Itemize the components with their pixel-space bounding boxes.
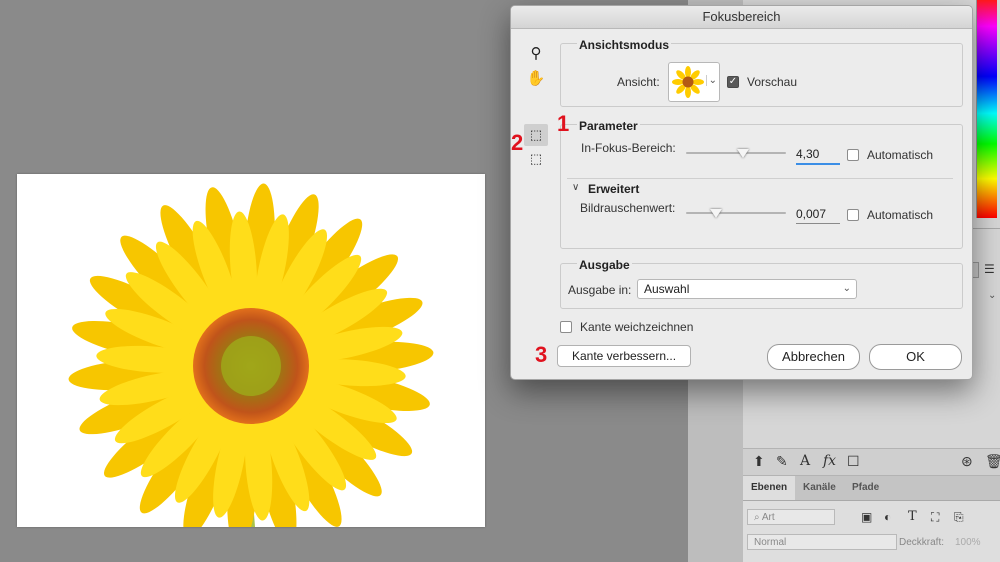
type-icon[interactable]: A	[800, 453, 810, 469]
in-focus-auto-checkbox[interactable]	[847, 149, 859, 161]
advanced-title[interactable]: Erweitert	[588, 182, 639, 196]
divider	[567, 178, 953, 179]
color-spectrum-ramp[interactable]	[976, 0, 997, 218]
chevron-down-icon: ⌄	[705, 75, 717, 86]
in-focus-label: In-Fokus-Bereich:	[581, 141, 676, 155]
layers-toolbar: ⬆ ✎ A fx ☐ ⊛ 🗑	[743, 448, 1000, 476]
ok-button[interactable]: OK	[869, 344, 962, 370]
soften-edge-checkbox[interactable]	[560, 321, 572, 333]
noise-slider[interactable]	[686, 212, 786, 214]
in-focus-auto-label: Automatisch	[867, 148, 934, 162]
in-focus-value-field[interactable]: 4,30	[796, 146, 840, 165]
in-focus-slider[interactable]	[686, 152, 786, 154]
layer-filter-select[interactable]: ⌕ Art	[747, 509, 835, 525]
chevron-down-icon[interactable]: ⌄	[988, 290, 996, 301]
output-select-value: Auswahl	[644, 282, 690, 296]
in-focus-slider-thumb[interactable]	[737, 149, 749, 158]
output-title: Ausgabe	[577, 258, 632, 272]
noise-auto-checkbox[interactable]	[847, 209, 859, 221]
annotation-number-2: 2	[511, 130, 524, 155]
text-filter-icon[interactable]: T	[908, 509, 917, 524]
upload-icon[interactable]: ⬆	[753, 453, 765, 470]
sunflower-thumbnail-icon	[672, 66, 704, 98]
adjustment-filter-icon[interactable]: ◐	[884, 510, 891, 524]
zoom-tool-icon[interactable]: ⚲	[524, 43, 548, 65]
tab-pfade[interactable]: Pfade	[844, 476, 887, 500]
noise-auto-label: Automatisch	[867, 208, 934, 222]
brush-icon[interactable]: ✎	[776, 453, 788, 470]
preview-checkbox[interactable]: ✓	[727, 76, 739, 88]
view-mode-title: Ansichtsmodus	[577, 38, 672, 52]
focus-area-dialog: Fokusbereich ⚲ ✋ ⬚ ⬚ Ansichtsmodus Ansic…	[510, 5, 973, 380]
annotation-number-3: 3	[535, 342, 548, 367]
mask-icon[interactable]: ☐	[847, 453, 860, 470]
focus-area-add-tool-icon[interactable]: ⬚	[524, 124, 548, 146]
tab-kanaele[interactable]: Kanäle	[795, 476, 844, 500]
refine-edge-button[interactable]: Kante verbessern...	[557, 345, 691, 367]
preview-label: Vorschau	[747, 75, 798, 89]
search-icon: ⌕	[754, 512, 760, 523]
image-filter-icon[interactable]: ▣	[861, 510, 872, 524]
link-icon[interactable]: ⊛	[961, 453, 973, 470]
smart-object-filter-icon[interactable]: ⎘	[954, 510, 964, 525]
layer-filter-placeholder: Art	[761, 512, 775, 523]
parameters-title: Parameter	[577, 119, 640, 133]
shape-filter-icon[interactable]: ⛶	[931, 510, 939, 525]
sunflower-image	[68, 183, 434, 549]
output-label: Ausgabe in:	[568, 283, 632, 297]
view-mode-select[interactable]: ⌄	[668, 62, 720, 102]
disclosure-chevron-icon[interactable]: ∨	[572, 182, 579, 193]
layers-panel-body: ⌕ Art ▣ ◐ T ⛶ ⎘ Normal Deckkraft: 100%	[743, 501, 1000, 562]
cancel-button[interactable]: Abbrechen	[767, 344, 860, 370]
noise-value-field[interactable]: 0,007	[796, 206, 840, 224]
blend-mode-select[interactable]: Normal	[747, 534, 897, 550]
layers-tabs: Ebenen Kanäle Pfade	[743, 476, 1000, 501]
noise-label: Bildrauschenwert:	[580, 201, 676, 215]
opacity-value[interactable]: 100%	[955, 537, 981, 548]
hand-tool-icon[interactable]: ✋	[524, 68, 548, 90]
dialog-title: Fokusbereich	[511, 6, 972, 29]
view-label: Ansicht:	[617, 75, 660, 89]
chevron-down-icon: ⌄	[842, 283, 851, 294]
fx-icon[interactable]: fx	[823, 453, 836, 469]
blend-mode-value: Normal	[754, 537, 787, 548]
noise-slider-thumb[interactable]	[710, 209, 722, 218]
annotation-number-1: 1	[557, 111, 570, 136]
tab-ebenen[interactable]: Ebenen	[743, 476, 796, 500]
list-icon[interactable]: ☰	[984, 262, 995, 276]
output-select[interactable]: Auswahl ⌄	[637, 279, 857, 299]
trash-icon[interactable]: 🗑	[985, 453, 1000, 470]
focus-area-subtract-tool-icon[interactable]: ⬚	[524, 148, 548, 170]
document-canvas[interactable]	[17, 174, 485, 549]
soften-edge-label: Kante weichzeichnen	[580, 320, 694, 334]
opacity-label: Deckkraft:	[899, 537, 945, 548]
